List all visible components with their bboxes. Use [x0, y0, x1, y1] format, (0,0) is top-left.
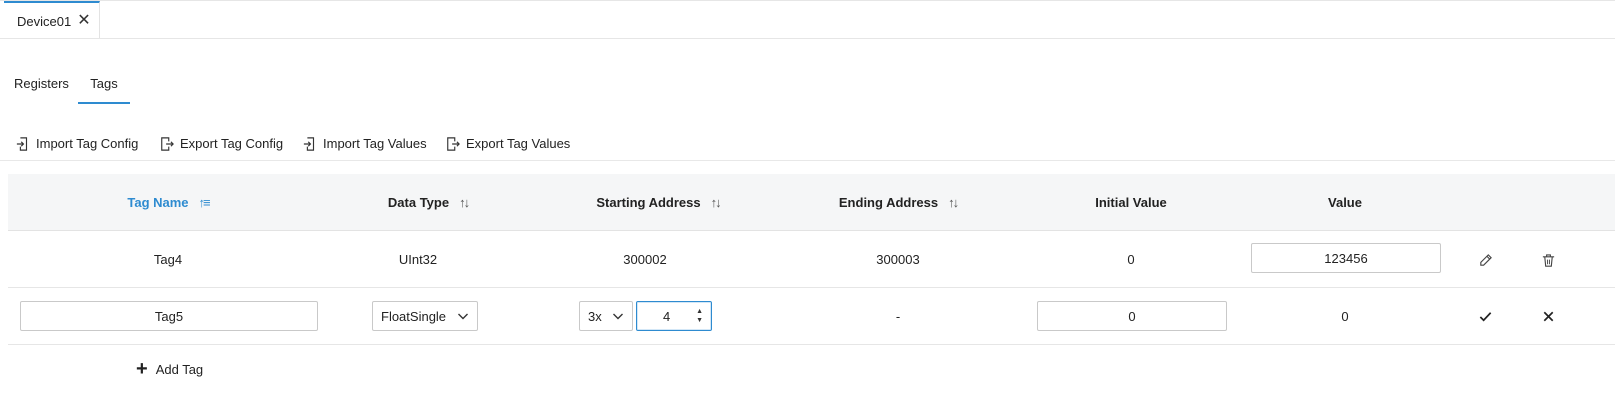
- tab-tags[interactable]: Tags: [78, 70, 130, 104]
- initial-value-input[interactable]: 0: [1037, 301, 1227, 331]
- export-icon: [447, 136, 460, 151]
- cell-tag-name: Tag4: [153, 251, 183, 267]
- delete-button[interactable]: [1537, 251, 1559, 269]
- chevron-down-icon: [613, 313, 623, 320]
- confirm-button[interactable]: [1474, 307, 1496, 325]
- sort-icon[interactable]: ↑↓: [711, 195, 722, 210]
- pencil-icon: [1479, 253, 1492, 266]
- close-icon[interactable]: ✕: [77, 13, 90, 29]
- number-stepper[interactable]: ▲ ▼: [696, 308, 703, 324]
- column-header-initial-value: Initial Value: [1036, 174, 1226, 230]
- tag-name-input[interactable]: Tag5: [20, 301, 318, 331]
- export-tag-values-button[interactable]: Export Tag Values: [446, 136, 570, 151]
- x-icon: [1543, 311, 1553, 321]
- import-icon: [16, 136, 28, 151]
- top-border: [0, 0, 1615, 1]
- document-tab-device01[interactable]: Device01 ✕: [4, 1, 100, 39]
- sort-ascending-icon[interactable]: ↑≡: [199, 195, 211, 210]
- chevron-down-icon: [458, 313, 468, 320]
- edit-button[interactable]: [1474, 251, 1496, 269]
- plus-icon: +: [136, 358, 148, 380]
- import-icon: [303, 136, 315, 151]
- document-tab-title: Device01: [17, 13, 72, 29]
- tab-registers-label: Registers: [14, 76, 69, 91]
- cell-value: 0: [1341, 308, 1349, 324]
- column-header-ending-address-label: Ending Address: [838, 194, 939, 210]
- import-tag-config-button[interactable]: Import Tag Config: [16, 136, 138, 151]
- cell-starting-address: 300002: [623, 251, 667, 267]
- sort-icon[interactable]: ↑↓: [459, 195, 470, 210]
- value-input-text: 123456: [1324, 250, 1368, 266]
- tabbar-divider: [0, 38, 1615, 39]
- address-prefix-select[interactable]: 3x: [579, 301, 633, 331]
- table-row: Tag4 UInt32 300002 300003 0 123456: [8, 231, 1615, 288]
- tab-registers[interactable]: Registers: [14, 70, 74, 104]
- column-header-data-type-label: Data Type: [387, 194, 450, 210]
- cell-initial-value: 0: [1127, 251, 1135, 267]
- tag-name-input-text: Tag5: [154, 308, 184, 324]
- column-header-starting-address-label: Starting Address: [596, 194, 701, 210]
- data-type-select-value: FloatSingle: [381, 308, 447, 324]
- column-header-tag-name[interactable]: Tag Name ↑≡: [18, 174, 318, 230]
- export-tag-values-label: Export Tag Values: [466, 136, 571, 151]
- address-offset-input[interactable]: 4 ▲ ▼: [636, 301, 712, 331]
- check-icon: [1479, 311, 1491, 321]
- export-tag-config-label: Export Tag Config: [180, 136, 284, 151]
- table-row-editing: Tag5 FloatSingle 3x 4 ▲ ▼ - 0 0: [8, 288, 1615, 345]
- toolbar: Import Tag Config Export Tag Config Impo…: [0, 132, 1615, 160]
- add-tag-label: Add Tag: [155, 361, 204, 377]
- initial-value-input-text: 0: [1128, 308, 1136, 324]
- trash-icon: [1542, 253, 1554, 267]
- column-header-value: Value: [1250, 174, 1440, 230]
- column-header-starting-address[interactable]: Starting Address ↑↓: [548, 174, 768, 230]
- import-tag-values-button[interactable]: Import Tag Values: [303, 136, 427, 151]
- add-tag-button[interactable]: + Add Tag: [136, 358, 204, 380]
- address-prefix-value: 3x: [588, 308, 602, 324]
- stepper-down-icon[interactable]: ▼: [696, 317, 703, 324]
- import-tag-config-label: Import Tag Config: [36, 136, 139, 151]
- cancel-button[interactable]: [1537, 307, 1559, 325]
- data-type-select[interactable]: FloatSingle: [372, 301, 478, 331]
- export-tag-config-button[interactable]: Export Tag Config: [160, 136, 283, 151]
- column-header-initial-value-label: Initial Value: [1095, 194, 1167, 210]
- stepper-up-icon[interactable]: ▲: [696, 308, 703, 315]
- cell-ending-address: 300003: [876, 251, 920, 267]
- import-tag-values-label: Import Tag Values: [323, 136, 427, 151]
- cell-ending-address: -: [895, 308, 901, 324]
- value-input[interactable]: 123456: [1251, 243, 1441, 273]
- column-header-ending-address[interactable]: Ending Address ↑↓: [798, 174, 998, 230]
- table-header: Tag Name ↑≡ Data Type ↑↓ Starting Addres…: [8, 174, 1615, 231]
- column-header-data-type[interactable]: Data Type ↑↓: [338, 174, 518, 230]
- cell-data-type: UInt32: [398, 251, 438, 267]
- tab-tags-label: Tags: [90, 76, 118, 91]
- toolbar-divider: [0, 160, 1615, 161]
- sort-icon[interactable]: ↑↓: [948, 195, 959, 210]
- column-header-tag-name-label: Tag Name: [127, 194, 189, 210]
- export-icon: [161, 136, 174, 151]
- column-header-value-label: Value: [1328, 194, 1362, 210]
- address-offset-text: 4: [663, 308, 671, 324]
